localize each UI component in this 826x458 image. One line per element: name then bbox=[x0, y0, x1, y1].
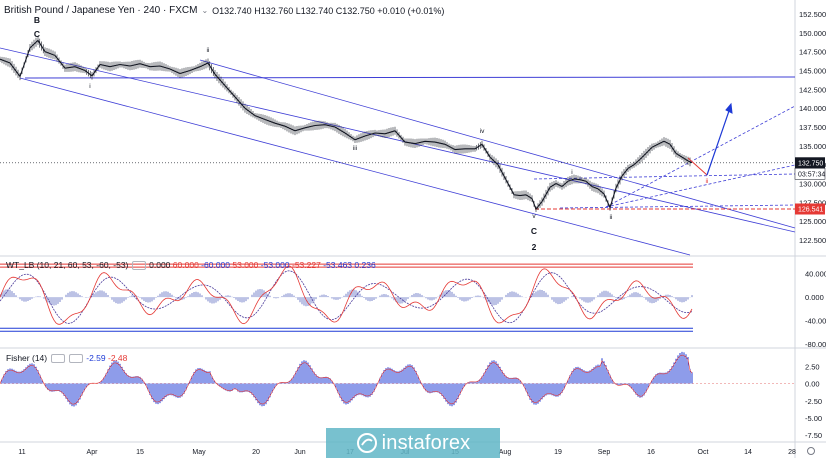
wave-label: i bbox=[571, 169, 572, 176]
projection-arrow-head bbox=[725, 102, 733, 114]
wt-tick-label: 40.000 bbox=[805, 270, 826, 279]
ohlc-readout: O132.740 H132.760 L132.740 C132.750 +0.0… bbox=[212, 5, 445, 16]
wt-val-1: 60.000 bbox=[172, 260, 199, 270]
symbol-title[interactable]: British Pound / Japanese Yen · 240 · FXC… bbox=[4, 5, 197, 16]
instaforex-watermark: instaforex bbox=[326, 428, 500, 458]
fisher-tick-label: -2.50 bbox=[805, 397, 822, 406]
wt-tick-label: -40.000 bbox=[805, 317, 826, 326]
time-tick-label: 14 bbox=[744, 449, 752, 456]
price-tick-label: 130.000 bbox=[799, 180, 826, 189]
wave-label: ii bbox=[610, 214, 613, 221]
time-tick-label: 20 bbox=[252, 449, 260, 456]
wave-label: C bbox=[531, 226, 537, 236]
time-tick-label: Aug bbox=[499, 449, 512, 456]
wave-label: 2 bbox=[532, 242, 537, 252]
chart-canvas[interactable]: 152.500150.000147.500145.000142.500140.0… bbox=[0, 0, 826, 458]
time-tick-label: Jun bbox=[294, 449, 305, 456]
time-tick-label: 16 bbox=[647, 449, 655, 456]
wave-label: i bbox=[89, 83, 90, 90]
eye-icon[interactable] bbox=[50, 354, 65, 364]
fisher-tick-label: 2.50 bbox=[805, 362, 820, 371]
wt-tick-label: 0.000 bbox=[805, 293, 824, 302]
time-tick-label: May bbox=[192, 449, 206, 456]
gear-icon[interactable] bbox=[807, 447, 815, 455]
price-tick-label: 125.000 bbox=[799, 217, 826, 226]
level-tag: 126.541 bbox=[798, 207, 823, 214]
wave-label: B bbox=[34, 15, 40, 25]
projection-wave-up bbox=[706, 107, 731, 176]
time-tick-label: 15 bbox=[136, 449, 144, 456]
wt-val-7: 0.236 bbox=[354, 260, 376, 270]
price-tick-label: 137.500 bbox=[799, 123, 826, 132]
dashed-support-line bbox=[533, 173, 796, 180]
wt-val-2: -60.000 bbox=[201, 260, 231, 270]
fisher-tick-label: 0.00 bbox=[805, 380, 820, 389]
wave-label: ii bbox=[207, 47, 210, 54]
time-tick-label: 28 bbox=[788, 449, 796, 456]
chevron-down-icon[interactable]: ⌄ bbox=[201, 6, 208, 15]
wt-val-3: 53.000 bbox=[232, 260, 259, 270]
fisher-val-1: -2.48 bbox=[108, 353, 128, 363]
time-tick-label: 11 bbox=[18, 449, 25, 456]
price-tick-label: 122.500 bbox=[799, 236, 826, 245]
eye-icon[interactable] bbox=[131, 261, 146, 271]
wave-label: iv bbox=[480, 128, 485, 135]
time-tick-label: Sep bbox=[598, 449, 611, 456]
price-tick-label: 135.000 bbox=[799, 142, 826, 151]
wave-label: ii bbox=[706, 178, 709, 185]
price-tick-label: 147.500 bbox=[799, 48, 826, 57]
chart-header: British Pound / Japanese Yen · 240 · FXC… bbox=[4, 5, 444, 16]
projection-wave-down bbox=[687, 157, 708, 176]
horizontal-resistance-line bbox=[24, 76, 796, 79]
price-tick-label: 140.000 bbox=[799, 104, 826, 113]
fisher-val-0: -2.59 bbox=[86, 353, 106, 363]
time-tick-label: Apr bbox=[87, 449, 99, 456]
wt-val-5: -53.227 bbox=[291, 260, 321, 270]
price-tick-label: 145.000 bbox=[799, 67, 826, 76]
last-price-tag: 132.750 bbox=[798, 160, 823, 167]
wt-lb-legend: WT_LB (10, 21, 60, 53, -60, -53) 0.000 6… bbox=[6, 260, 376, 271]
channel-lower-line bbox=[19, 77, 691, 256]
wt-val-4: -53.000 bbox=[260, 260, 290, 270]
wt-lb-params: (10, 21, 60, 53, -60, -53) bbox=[36, 260, 129, 270]
time-tick-label: Oct bbox=[698, 449, 709, 456]
wt-tick-label: -80.000 bbox=[805, 340, 826, 349]
price-tick-label: 152.500 bbox=[799, 10, 826, 19]
fisher-params: (14) bbox=[32, 353, 48, 363]
wt-val-0: 0.000 bbox=[149, 260, 171, 270]
fisher-tick-label: -7.50 bbox=[805, 431, 822, 440]
wt-val-6: -53.463 bbox=[323, 260, 353, 270]
fisher-legend: Fisher (14) -2.59 -2.48 bbox=[6, 353, 128, 364]
fisher-tick-label: -5.00 bbox=[805, 414, 822, 423]
dashed-channel-bottom bbox=[605, 164, 796, 208]
wave-label: iii bbox=[353, 145, 357, 152]
channel-upper-line bbox=[0, 47, 796, 233]
time-tick-label: 19 bbox=[554, 449, 562, 456]
watermark-text: instaforex bbox=[381, 431, 471, 454]
countdown-tag: 03:57:34 bbox=[798, 171, 825, 178]
dashed-channel-top bbox=[605, 105, 796, 208]
wt-lb-title[interactable]: WT_LB bbox=[6, 260, 34, 270]
wave-label: C bbox=[34, 29, 40, 39]
fisher-title[interactable]: Fisher bbox=[6, 353, 30, 363]
instaforex-logo-icon bbox=[356, 433, 377, 453]
settings-icon[interactable] bbox=[68, 354, 83, 364]
dashed-line bbox=[559, 204, 796, 209]
channel-mid-line bbox=[199, 59, 796, 229]
price-tick-label: 150.000 bbox=[799, 29, 826, 38]
price-tick-label: 142.500 bbox=[799, 85, 826, 94]
